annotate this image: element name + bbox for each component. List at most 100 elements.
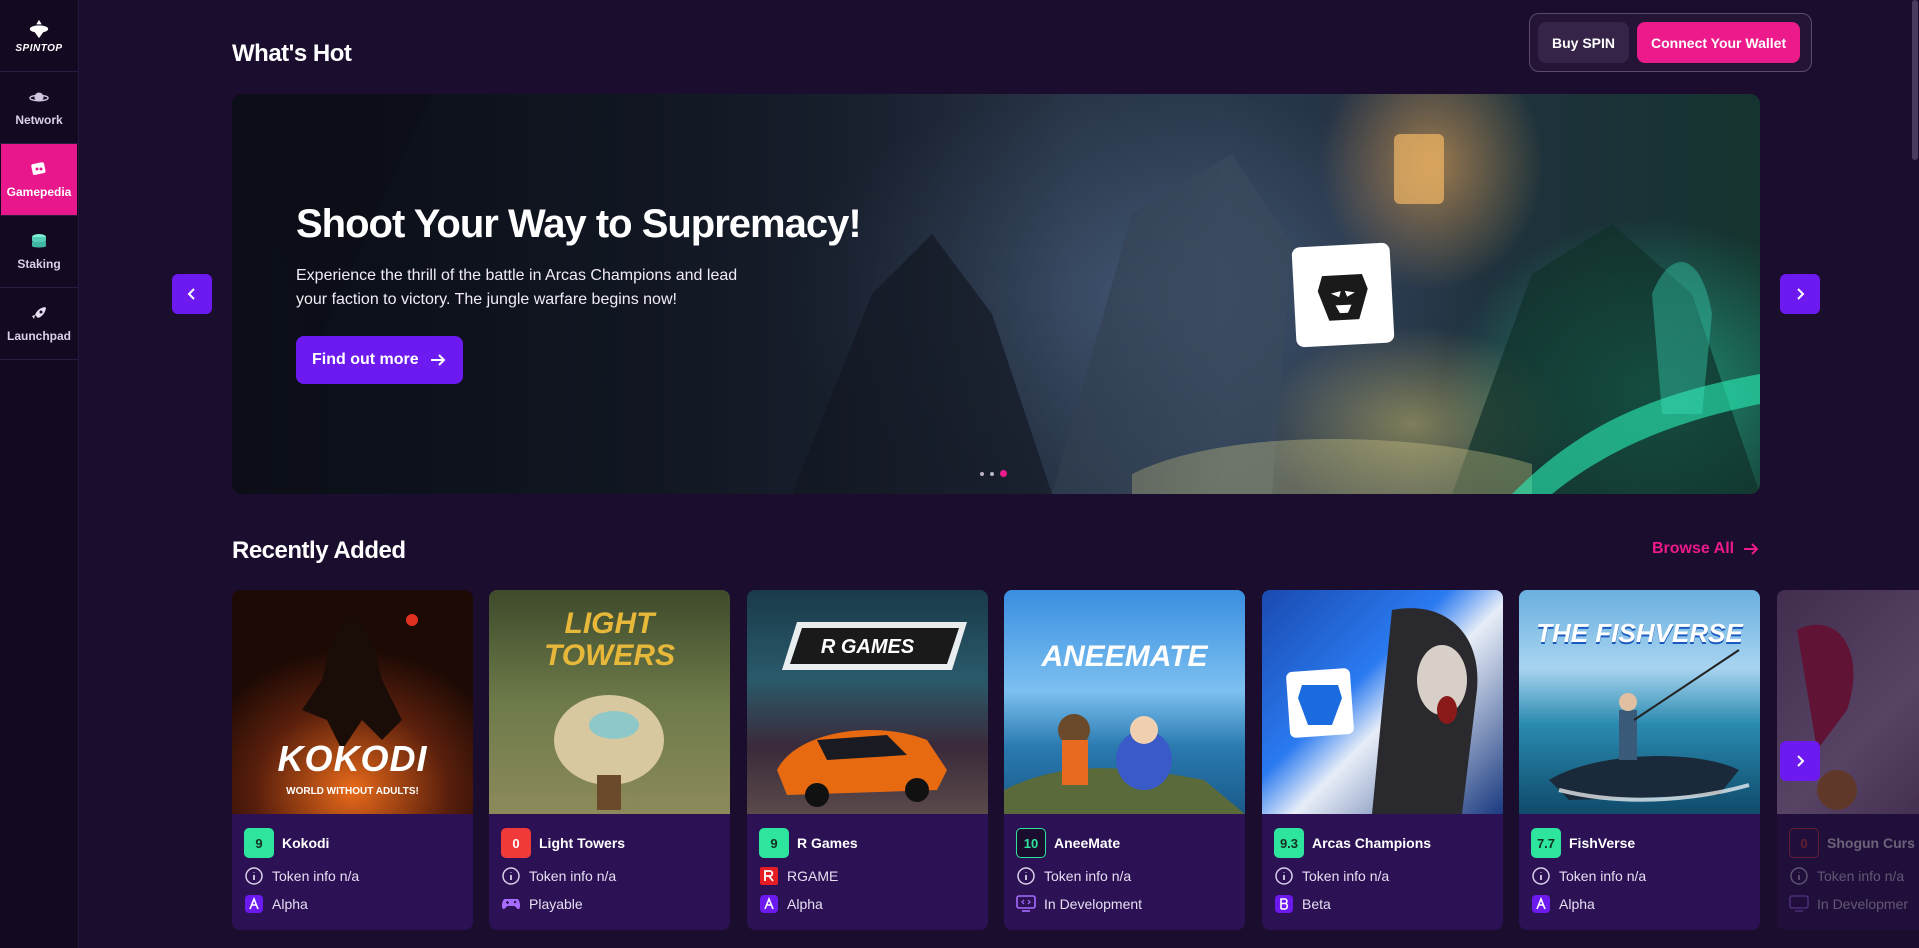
info-icon bbox=[1531, 866, 1551, 886]
spintop-logo-icon bbox=[29, 19, 49, 38]
kokodi-art bbox=[302, 610, 418, 750]
stage-label: Alpha bbox=[272, 896, 308, 912]
sidebar-item-label: Launchpad bbox=[6, 328, 71, 343]
card-art-title: KOKODI bbox=[277, 738, 428, 779]
dev-icon bbox=[1016, 894, 1036, 914]
carousel-next-button[interactable] bbox=[1780, 274, 1820, 314]
hero-banner[interactable]: Shoot Your Way to Supremacy! Experience … bbox=[232, 94, 1760, 494]
game-card-image: KOKODI WORLD WITHOUT ADULTS! bbox=[232, 590, 473, 814]
arrow-right-icon bbox=[430, 354, 446, 366]
stage-label: In Developmer bbox=[1817, 896, 1909, 912]
rocket-icon bbox=[29, 305, 49, 323]
sidebar-item-network[interactable]: Network bbox=[0, 72, 78, 144]
game-card-arcas-champions[interactable]: 9.3 Arcas Champions Token info n/a Beta bbox=[1262, 590, 1503, 930]
hero-title: Shoot Your Way to Supremacy! bbox=[296, 202, 862, 246]
score-badge: 7.7 bbox=[1531, 828, 1561, 858]
game-card-image: ANEEMATE bbox=[1004, 590, 1245, 814]
carousel-dot[interactable] bbox=[980, 471, 984, 476]
game-card-image: R GAMES bbox=[747, 590, 988, 814]
card-art-title: R GAMES bbox=[820, 636, 915, 658]
arcas-logo bbox=[1291, 242, 1395, 348]
arrow-right-icon bbox=[1744, 543, 1759, 555]
coins-icon bbox=[29, 233, 49, 251]
chevron-right-icon bbox=[1797, 755, 1805, 767]
planet-icon bbox=[29, 89, 49, 107]
sidebar-item-label: Staking bbox=[17, 256, 61, 271]
app-root: SPINTOP Network Gamepedia Staking Launch… bbox=[0, 0, 1919, 948]
sidebar-item-staking[interactable]: Staking bbox=[0, 216, 78, 288]
carousel-dot[interactable] bbox=[990, 471, 994, 476]
card-name: AneeMate bbox=[1054, 835, 1121, 851]
info-icon bbox=[501, 866, 521, 886]
connect-wallet-button[interactable]: Connect Your Wallet bbox=[1637, 22, 1801, 63]
token-info: Token info n/a bbox=[1817, 868, 1905, 884]
carousel-dots bbox=[980, 470, 1007, 477]
game-card-aneemate[interactable]: ANEEMATE 10 AneeMate Token info n/a In D… bbox=[1004, 590, 1245, 930]
rgame-token-icon bbox=[759, 866, 779, 886]
game-card-kokodi[interactable]: KOKODI WORLD WITHOUT ADULTS! 9 Kokodi To… bbox=[232, 590, 473, 930]
game-card-image bbox=[1262, 590, 1503, 814]
card-name: Arcas Champions bbox=[1312, 835, 1432, 851]
chevron-right-icon bbox=[1797, 288, 1805, 300]
find-out-more-button[interactable]: Find out more bbox=[296, 336, 463, 384]
stage-label: Alpha bbox=[1559, 896, 1595, 912]
browse-all-label: Browse All bbox=[1652, 540, 1735, 557]
aneemate-art bbox=[1004, 714, 1245, 814]
stage-label: Beta bbox=[1302, 896, 1331, 912]
score-badge: 10 bbox=[1016, 828, 1046, 858]
hero-description: Experience the thrill of the battle in A… bbox=[296, 267, 738, 308]
browse-all-link[interactable]: Browse All bbox=[1652, 540, 1760, 558]
card-name: Kokodi bbox=[282, 835, 330, 851]
gorilla-logo-icon bbox=[1317, 273, 1368, 321]
token-info: RGAME bbox=[787, 868, 839, 884]
sidebar-item-label: Network bbox=[15, 112, 63, 127]
stage-label: In Development bbox=[1044, 896, 1143, 912]
sidebar: SPINTOP Network Gamepedia Staking Launch… bbox=[0, 0, 79, 948]
stage-label: Alpha bbox=[787, 896, 823, 912]
card-name: Shogun Curs bbox=[1827, 835, 1915, 851]
game-card-r-games[interactable]: R GAMES 9 R Games RGAME Alpha bbox=[747, 590, 988, 930]
sidebar-item-label: Gamepedia bbox=[6, 184, 72, 199]
stage-label: Playable bbox=[529, 896, 583, 912]
recently-added-cards: KOKODI WORLD WITHOUT ADULTS! 9 Kokodi To… bbox=[232, 590, 1919, 948]
carousel-prev-button[interactable] bbox=[172, 274, 212, 314]
score-badge: 0 bbox=[501, 828, 531, 858]
card-name: Light Towers bbox=[539, 835, 626, 851]
game-card-image: THE FISHVERSE bbox=[1519, 590, 1760, 814]
card-art-title: ANEEMATE bbox=[1041, 640, 1208, 673]
page-scrollbar[interactable] bbox=[1912, 0, 1918, 160]
info-icon bbox=[1274, 866, 1294, 886]
find-out-more-label: Find out more bbox=[312, 351, 419, 368]
card-art-title: THE FISHVERSE bbox=[1536, 618, 1743, 648]
gamepad-icon bbox=[501, 894, 521, 914]
score-badge: 0 bbox=[1789, 828, 1819, 858]
sidebar-item-gamepedia[interactable]: Gamepedia bbox=[1, 144, 77, 216]
beta-icon bbox=[1274, 894, 1294, 914]
info-icon bbox=[1789, 866, 1809, 886]
token-info: Token info n/a bbox=[529, 868, 617, 884]
card-art-subtitle: WORLD WITHOUT ADULTS! bbox=[286, 786, 419, 797]
token-info: Token info n/a bbox=[1302, 868, 1390, 884]
sidebar-item-launchpad[interactable]: Launchpad bbox=[0, 288, 78, 360]
recently-added-title: Recently Added bbox=[232, 537, 406, 564]
game-card-image: LIGHT TOWERS bbox=[489, 590, 730, 814]
buy-spin-button[interactable]: Buy SPIN bbox=[1538, 22, 1630, 63]
token-info: Token info n/a bbox=[1559, 868, 1647, 884]
card-name: FishVerse bbox=[1569, 835, 1636, 851]
card-name: R Games bbox=[797, 835, 858, 851]
alpha-icon bbox=[244, 894, 264, 914]
carousel-dot-active[interactable] bbox=[1000, 470, 1007, 477]
score-badge: 9.3 bbox=[1274, 828, 1304, 858]
score-badge: 9 bbox=[244, 828, 274, 858]
token-info: Token info n/a bbox=[272, 868, 360, 884]
game-card-light-towers[interactable]: LIGHT TOWERS 0 Light Towers Token info n… bbox=[489, 590, 730, 930]
game-card-fishverse[interactable]: THE FISHVERSE 7.7 FishVerse Token info n… bbox=[1519, 590, 1760, 930]
chevron-left-icon bbox=[187, 288, 195, 300]
token-info: Token info n/a bbox=[1044, 868, 1132, 884]
cards-next-button[interactable] bbox=[1780, 741, 1820, 781]
dev-icon bbox=[1789, 894, 1809, 914]
card-art-title: LIGHT TOWERS bbox=[543, 607, 676, 672]
score-badge: 9 bbox=[759, 828, 789, 858]
spintop-logo[interactable]: SPINTOP bbox=[0, 0, 78, 72]
alpha-icon bbox=[1531, 894, 1551, 914]
